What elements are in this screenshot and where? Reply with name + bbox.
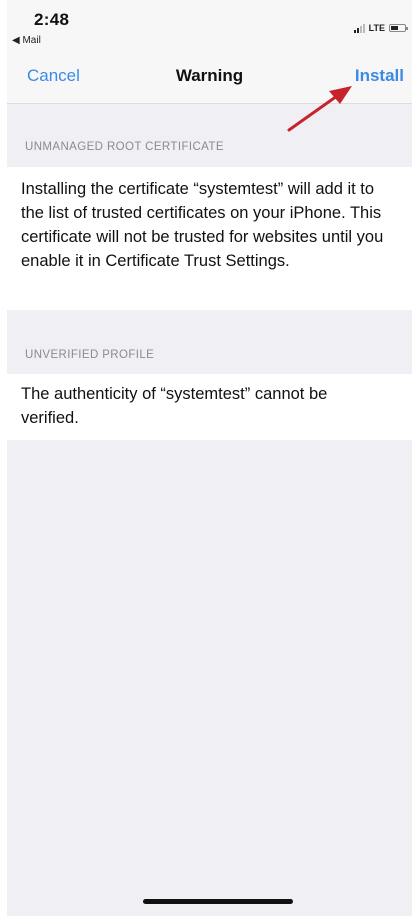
- section-header-root-certificate: UNMANAGED ROOT CERTIFICATE: [25, 141, 224, 153]
- section-header-unverified-profile: UNVERIFIED PROFILE: [25, 349, 155, 361]
- home-indicator[interactable]: [143, 899, 293, 904]
- annotation-arrow-icon: [287, 86, 352, 132]
- profile-warning-text: The authenticity of “systemtest” cannot …: [7, 374, 412, 440]
- certificate-warning-text: Installing the certificate “systemtest” …: [7, 167, 412, 310]
- screen: 2:48 ◀ Mail LTE Warning Cancel Install U…: [7, 0, 412, 916]
